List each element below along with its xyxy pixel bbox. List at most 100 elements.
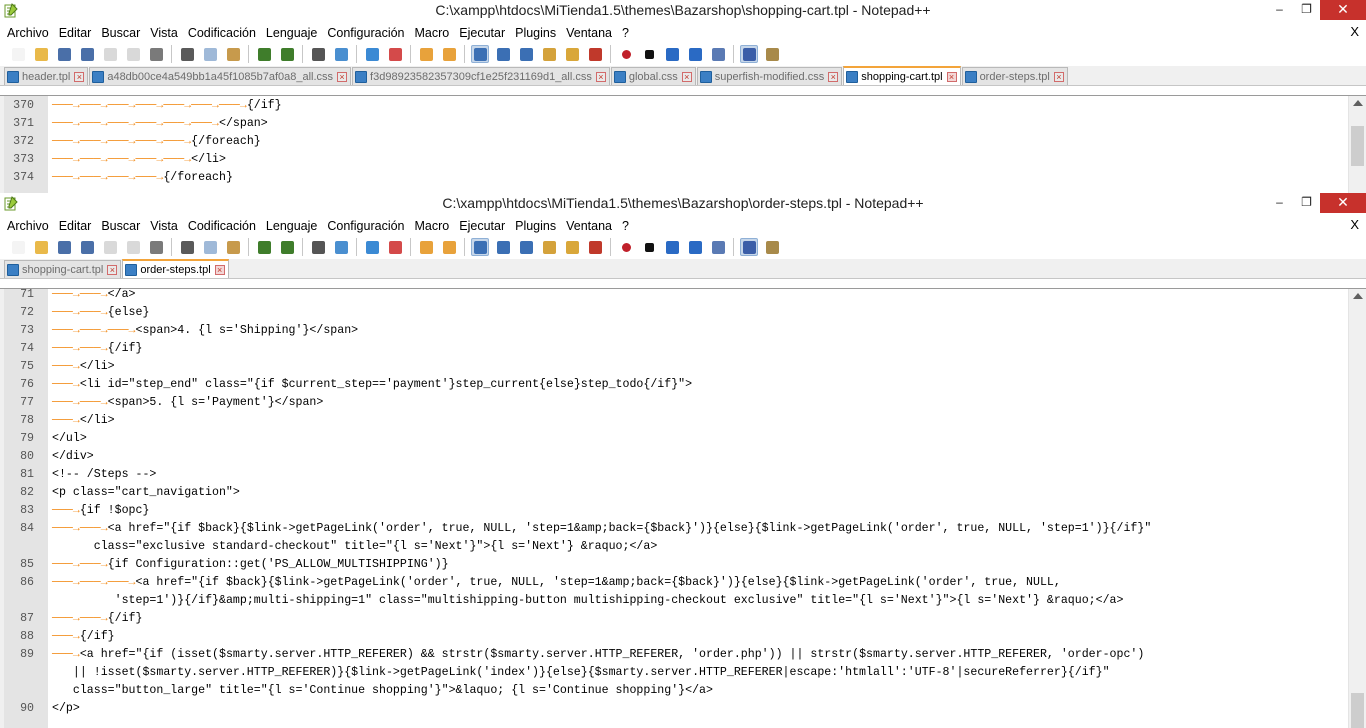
scroll-thumb[interactable] [1351, 126, 1364, 166]
code-line[interactable]: || !isset($smarty.server.HTTP_REFERER)}{… [0, 664, 1348, 682]
code-line[interactable]: 80 </div> [0, 448, 1348, 466]
code-line[interactable]: 90 </p> [0, 700, 1348, 718]
menu-item-editar[interactable]: Editar [54, 219, 97, 233]
code-line[interactable]: 83 ───→{if !$opc} [0, 502, 1348, 520]
menu-item-archivo[interactable]: Archivo [2, 26, 54, 40]
udl-button[interactable] [540, 45, 558, 63]
replace-button[interactable] [332, 45, 350, 63]
copy-button[interactable] [201, 238, 219, 256]
redo-button[interactable] [278, 45, 296, 63]
menu-item-plugins[interactable]: Plugins [510, 219, 561, 233]
code-line[interactable]: 71 ───→───→</a> [0, 286, 1348, 304]
save-button[interactable] [55, 238, 73, 256]
paste-button[interactable] [224, 45, 242, 63]
copy-button[interactable] [201, 45, 219, 63]
wrap-button[interactable] [471, 45, 489, 63]
close-tab-icon[interactable]: × [681, 71, 692, 82]
stop-macro-button[interactable] [640, 238, 658, 256]
minimize-button[interactable]: – [1266, 0, 1293, 20]
save-all-button[interactable] [78, 45, 96, 63]
code-editor[interactable]: 71 ───→───→</a> 72 ───→───→{else} 73 ───→───→… [0, 288, 1366, 728]
code-line[interactable]: 73 ───→───→───→<span>4. {l s='Shipping'}<… [0, 322, 1348, 340]
code-line[interactable]: 373 ───→───→───→───→───→</li> [0, 151, 1348, 169]
code-line[interactable]: 370 ───→───→───→───→───→───→───→{/if} [0, 97, 1348, 115]
code-line[interactable]: 89 ───→<a href="{if (isset($smarty.server… [0, 646, 1348, 664]
file-tab[interactable]: header.tpl × [4, 67, 89, 85]
menu-item-codificación[interactable]: Codificación [183, 219, 261, 233]
close-tab-icon[interactable]: × [595, 71, 606, 82]
code-line[interactable]: 81 <!-- /Steps --> [0, 466, 1348, 484]
indent-guide-button[interactable] [517, 238, 535, 256]
code-editor[interactable]: 370 ───→───→───→───→───→───→───→{/if} 371 ─… [0, 95, 1366, 193]
play-macro-button[interactable] [663, 45, 681, 63]
file-tab[interactable]: global.css × [610, 67, 696, 85]
menu-item-macro[interactable]: Macro [410, 219, 455, 233]
code-line[interactable]: 371 ───→───→───→───→───→───→</span> [0, 115, 1348, 133]
menu-item-ventana[interactable]: Ventana [561, 219, 617, 233]
zoom-out-button[interactable] [386, 45, 404, 63]
close-window-button[interactable]: ✕ [1320, 0, 1366, 20]
spellcheck-button[interactable] [740, 238, 758, 256]
menu-item-buscar[interactable]: Buscar [96, 26, 145, 40]
menu-item-configuración[interactable]: Configuración [322, 219, 409, 233]
menu-item-archivo[interactable]: Archivo [2, 219, 54, 233]
code-line[interactable]: 374 ───→───→───→───→{/foreach} [0, 169, 1348, 187]
menu-item-ejecutar[interactable]: Ejecutar [454, 219, 510, 233]
code-line[interactable]: 'step=1')}{/if}&amp;multi-shipping=1" cl… [0, 592, 1348, 610]
close-tab-icon[interactable]: × [214, 264, 225, 275]
minimize-button[interactable]: – [1266, 193, 1293, 213]
run-macro-multiple-button[interactable] [686, 45, 704, 63]
menu-item-lenguaje[interactable]: Lenguaje [261, 26, 322, 40]
print-button[interactable] [147, 45, 165, 63]
run-macro-multiple-button[interactable] [686, 238, 704, 256]
close-document-button[interactable]: X [1350, 24, 1359, 39]
play-macro-button[interactable] [663, 238, 681, 256]
cut-button[interactable] [178, 45, 196, 63]
replace-button[interactable] [332, 238, 350, 256]
code-line[interactable]: 77 ───→───→<span>5. {l s='Payment'}</span… [0, 394, 1348, 412]
menu-item-buscar[interactable]: Buscar [96, 219, 145, 233]
save-button[interactable] [55, 45, 73, 63]
file-tab[interactable]: a48db00ce4a549bb1a45f1085b7af0a8_all.css… [89, 67, 352, 85]
file-tab[interactable]: shopping-cart.tpl × [4, 260, 122, 278]
function-list-button[interactable] [586, 45, 604, 63]
code-line[interactable]: 79 </ul> [0, 430, 1348, 448]
stop-macro-button[interactable] [640, 45, 658, 63]
menu-item-ventana[interactable]: Ventana [561, 26, 617, 40]
code-line[interactable]: 84 ───→───→<a href="{if $back}{$link->get… [0, 520, 1348, 538]
code-line[interactable]: 76 ───→<li id="step_end" class="{if $curr… [0, 376, 1348, 394]
maximize-button[interactable]: ❐ [1293, 0, 1320, 20]
spellcheck-button[interactable] [740, 45, 758, 63]
file-tab[interactable]: shopping-cart.tpl × [843, 66, 961, 85]
wrap-button[interactable] [471, 238, 489, 256]
close-window-button[interactable]: ✕ [1320, 193, 1366, 213]
record-macro-button[interactable] [617, 238, 635, 256]
find-button[interactable] [309, 45, 327, 63]
menu-item-codificación[interactable]: Codificación [183, 26, 261, 40]
record-macro-button[interactable] [617, 45, 635, 63]
print-button[interactable] [147, 238, 165, 256]
menu-item-help[interactable]: ? [617, 26, 634, 40]
close-tab-icon[interactable]: × [1053, 71, 1064, 82]
close-all-button[interactable] [124, 45, 142, 63]
menu-item-help[interactable]: ? [617, 219, 634, 233]
close-tab-icon[interactable]: × [74, 71, 85, 82]
code-line[interactable]: 87 ───→───→{/if} [0, 610, 1348, 628]
cut-button[interactable] [178, 238, 196, 256]
menu-item-ejecutar[interactable]: Ejecutar [454, 26, 510, 40]
zoom-in-button[interactable] [363, 45, 381, 63]
find-button[interactable] [309, 238, 327, 256]
scroll-up-arrow-icon[interactable] [1353, 100, 1363, 106]
close-tab-icon[interactable]: × [946, 71, 957, 82]
menu-item-plugins[interactable]: Plugins [510, 26, 561, 40]
close-tab-icon[interactable]: × [107, 264, 118, 275]
new-button[interactable] [9, 45, 27, 63]
open-button[interactable] [32, 45, 50, 63]
save-macro-button[interactable] [709, 45, 727, 63]
code-line[interactable]: class="button_large" title="{l s='Contin… [0, 682, 1348, 700]
redo-button[interactable] [278, 238, 296, 256]
zoom-out-button[interactable] [386, 238, 404, 256]
close-button[interactable] [101, 45, 119, 63]
maximize-button[interactable]: ❐ [1293, 193, 1320, 213]
sync-h-button[interactable] [440, 238, 458, 256]
